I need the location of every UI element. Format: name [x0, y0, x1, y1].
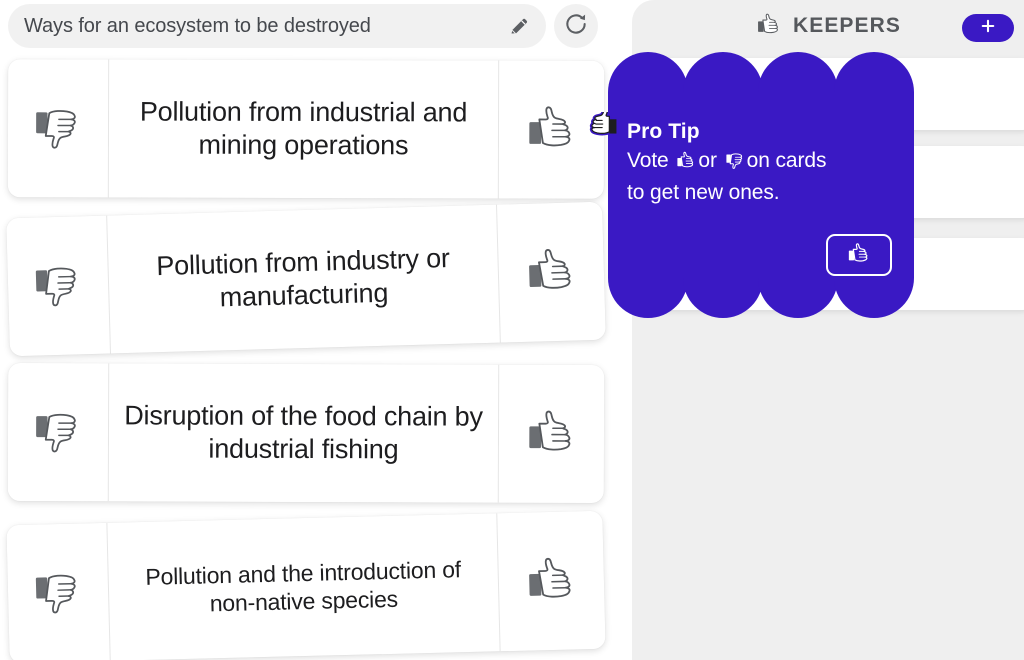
upvote-button[interactable] — [499, 61, 604, 199]
downvote-button[interactable] — [8, 59, 108, 197]
thumbs-down-icon — [29, 255, 87, 318]
pro-tip-content: Pro Tip Vote or on cards to get new ones… — [608, 52, 914, 318]
thumbs-up-icon — [522, 402, 580, 465]
card-row[interactable]: Disruption of the food chain by industri… — [7, 362, 605, 504]
card-text: Disruption of the food chain by industri… — [124, 400, 483, 465]
thumbs-up-icon — [522, 98, 580, 161]
card-text: Pollution from industrial and mining ope… — [139, 96, 468, 161]
pro-tip-body: Vote or on cards to get new ones. — [627, 147, 896, 206]
upvote-button[interactable] — [497, 202, 606, 343]
pro-tip-line2: to get new ones. — [627, 180, 780, 204]
pro-tip-confirm-button[interactable] — [826, 234, 892, 276]
thumbs-up-icon — [755, 10, 783, 43]
topic-title[interactable]: Ways for an ecosystem to be destroyed — [24, 15, 498, 38]
thumbs-up-icon — [846, 240, 872, 271]
refresh-button[interactable] — [554, 4, 598, 48]
pro-tip-heading: Pro Tip — [627, 120, 700, 143]
upvote-button[interactable] — [497, 511, 605, 652]
pro-tip-tooltip: Pro Tip Vote or on cards to get new ones… — [608, 52, 914, 318]
card-text: Pollution from industry or manufacturing — [155, 243, 451, 313]
thumbs-up-icon — [522, 240, 582, 305]
thumbs-down-icon — [30, 402, 86, 463]
card-row[interactable]: Pollution from industrial and mining ope… — [7, 59, 605, 199]
downvote-button[interactable] — [6, 523, 109, 660]
card-row[interactable]: Pollution from industry or manufacturing — [6, 201, 606, 357]
card-row[interactable]: Pollution and the introduction of non-na… — [6, 510, 606, 660]
thumbs-down-icon — [30, 98, 86, 159]
refresh-icon — [563, 11, 589, 42]
downvote-button[interactable] — [8, 363, 108, 501]
upvote-button[interactable] — [499, 365, 604, 503]
downvote-button[interactable] — [6, 216, 110, 357]
pro-tip-line1-a: Vote — [627, 149, 669, 173]
add-keeper-button[interactable] — [962, 14, 1014, 42]
plus-icon — [979, 17, 997, 40]
thumbs-down-icon — [724, 149, 746, 179]
thumbs-up-icon — [522, 549, 582, 613]
topic-field[interactable]: Ways for an ecosystem to be destroyed — [8, 4, 546, 48]
app-root: Ways for an ecosystem to be destroyed Po… — [0, 0, 1024, 660]
card-text: Pollution and the introduction of non-na… — [145, 556, 462, 617]
pencil-icon[interactable] — [506, 13, 532, 39]
cards-pane: Ways for an ecosystem to be destroyed Po… — [0, 0, 632, 660]
thumbs-down-icon — [29, 562, 86, 624]
pro-tip-line1-c: on cards — [746, 149, 827, 173]
keepers-label: KEEPERS — [792, 14, 902, 37]
pro-tip-line1-b: or — [698, 149, 717, 173]
topbar: Ways for an ecosystem to be destroyed — [8, 4, 614, 48]
card-list: Pollution from industrial and mining ope… — [0, 52, 632, 660]
thumbs-up-icon — [675, 149, 697, 179]
